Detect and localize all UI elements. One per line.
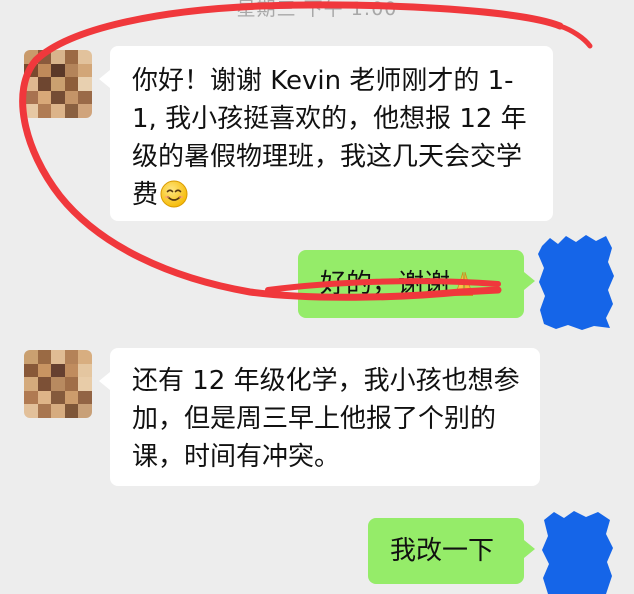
outgoing-message-bubble[interactable]: 我改一下 — [368, 518, 535, 584]
incoming-message-bubble[interactable]: 你好！谢谢 Kevin 老师刚才的 1-1, 我小孩挺喜欢的，他想报 12 年级… — [99, 46, 553, 221]
chat-timestamp: 星期三 下午 1:00 — [236, 0, 398, 20]
message-text: 好的，谢谢 — [320, 269, 451, 299]
smiling-face-icon — [160, 180, 188, 208]
incoming-message-bubble[interactable]: 还有 12 年级化学，我小孩也想参加，但是周三早上他报了个别的课，时间有冲突。 — [99, 348, 540, 486]
redacted-avatar — [542, 511, 613, 594]
contact-avatar[interactable] — [24, 50, 92, 118]
message-text: 我改一下 — [390, 536, 495, 566]
message-text: 你好！谢谢 Kevin 老师刚才的 1-1, 我小孩挺喜欢的，他想报 12 年级… — [132, 66, 527, 210]
contact-avatar[interactable] — [24, 350, 92, 418]
outgoing-message-bubble[interactable]: 好的，谢谢 — [298, 250, 535, 318]
folded-hands-icon — [455, 271, 474, 296]
message-text: 还有 12 年级化学，我小孩也想参加，但是周三早上他报了个别的课，时间有冲突。 — [132, 366, 520, 472]
redacted-avatar — [538, 235, 614, 330]
